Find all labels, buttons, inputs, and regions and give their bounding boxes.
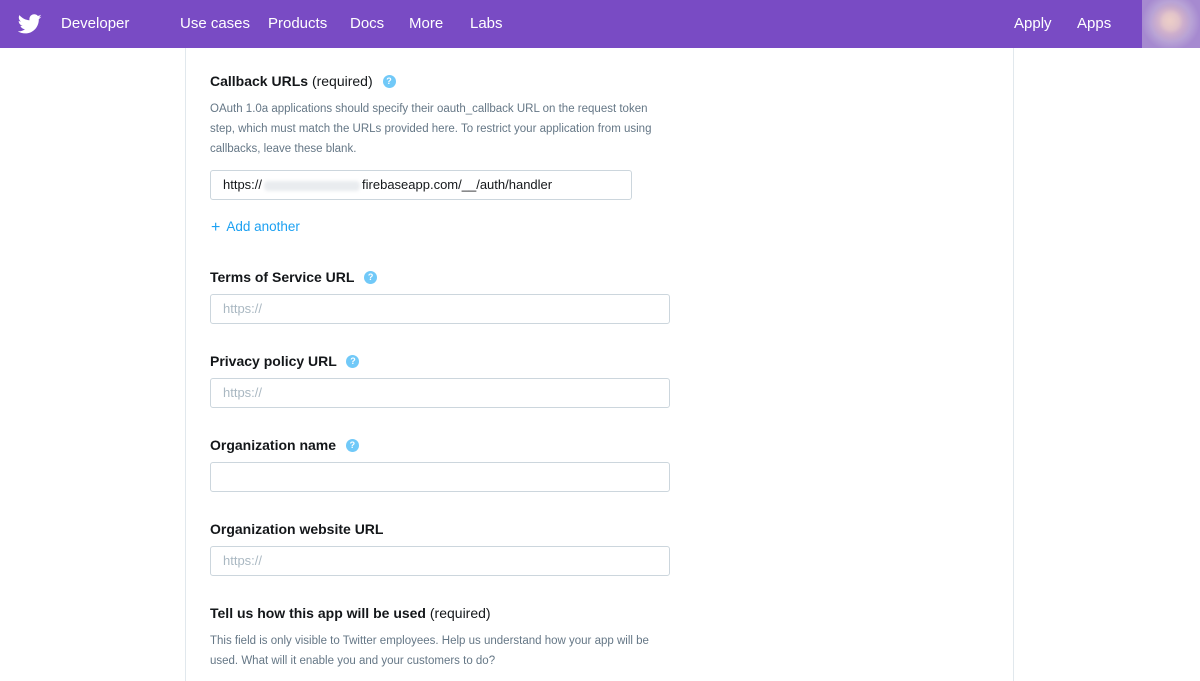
twitter-bird-icon[interactable] bbox=[18, 12, 42, 36]
org-website-input[interactable]: https:// bbox=[210, 546, 670, 576]
plus-icon: + bbox=[211, 219, 221, 236]
help-icon[interactable]: ? bbox=[345, 438, 359, 452]
help-icon[interactable]: ? bbox=[364, 270, 378, 284]
privacy-url-input[interactable]: https:// bbox=[210, 378, 670, 408]
nav-link-apply[interactable]: Apply bbox=[1014, 15, 1052, 33]
callback-urls-label: Callback URLs (required) ? bbox=[210, 72, 396, 90]
privacy-label: Privacy policy URL ? bbox=[210, 352, 360, 370]
required-tag: (required) bbox=[311, 73, 373, 89]
org-name-input[interactable] bbox=[210, 462, 670, 492]
nav-link-use-cases[interactable]: Use cases bbox=[180, 15, 250, 33]
help-icon[interactable]: ? bbox=[346, 354, 360, 368]
org-name-label: Organization name ? bbox=[210, 436, 359, 454]
nav-link-products[interactable]: Products bbox=[268, 15, 327, 33]
nav-link-apps[interactable]: Apps bbox=[1077, 15, 1111, 33]
nav-link-more[interactable]: More bbox=[409, 15, 443, 33]
usage-description: This field is only visible to Twitter em… bbox=[210, 635, 649, 667]
add-another-link[interactable]: + Add another bbox=[211, 218, 300, 236]
brand-label[interactable]: Developer bbox=[61, 15, 129, 33]
nav-link-docs[interactable]: Docs bbox=[350, 15, 384, 33]
nav-link-labs[interactable]: Labs bbox=[470, 15, 503, 33]
user-avatar[interactable] bbox=[1142, 0, 1200, 48]
top-nav: Developer Use cases Products Docs More L… bbox=[0, 0, 1200, 48]
tos-label: Terms of Service URL ? bbox=[210, 268, 378, 286]
callback-description: OAuth 1.0a applications should specify t… bbox=[210, 103, 652, 155]
usage-label: Tell us how this app will be used (requi… bbox=[210, 605, 491, 621]
required-tag: (required) bbox=[429, 605, 491, 621]
redacted-text bbox=[264, 180, 361, 191]
org-website-label: Organization website URL bbox=[210, 521, 384, 537]
help-icon[interactable]: ? bbox=[382, 74, 396, 88]
callback-url-input[interactable]: https://firebaseapp.com/__/auth/handler bbox=[210, 170, 632, 200]
tos-url-input[interactable]: https:// bbox=[210, 294, 670, 324]
